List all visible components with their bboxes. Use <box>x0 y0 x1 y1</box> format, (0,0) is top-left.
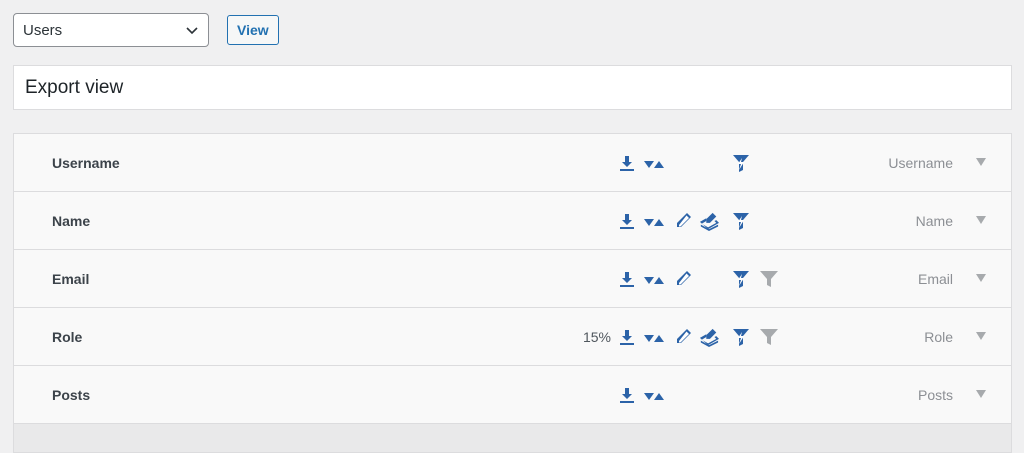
column-row[interactable]: Posts Posts <box>14 366 1011 424</box>
column-label[interactable]: Role <box>52 308 82 365</box>
columns-table: Username Username Name Name Email Email … <box>13 133 1012 453</box>
filter-icon[interactable] <box>759 269 779 289</box>
sort-icon[interactable] <box>644 211 664 231</box>
column-type-label: Username <box>888 154 953 171</box>
column-row[interactable]: Username Username <box>14 134 1011 192</box>
sort-icon[interactable] <box>644 385 664 405</box>
list-screen-select[interactable]: Users <box>13 13 209 47</box>
select-value: Users <box>23 21 63 39</box>
filter-smart-icon[interactable] <box>731 327 751 347</box>
download-icon[interactable] <box>617 153 637 173</box>
filter-icon[interactable] <box>759 327 779 347</box>
column-type-label: Email <box>917 270 953 287</box>
column-type-label: Name <box>915 212 953 229</box>
view-title-input[interactable]: Export view <box>13 65 1012 110</box>
view-button[interactable]: View <box>227 15 279 45</box>
column-label[interactable]: Username <box>52 134 120 191</box>
caret-down-icon[interactable] <box>976 390 986 398</box>
column-label[interactable]: Name <box>52 192 90 249</box>
caret-down-icon[interactable] <box>976 332 986 340</box>
column-type-label: Posts <box>917 386 953 403</box>
bulk-edit-icon[interactable] <box>699 327 719 347</box>
edit-icon[interactable] <box>674 327 694 347</box>
column-label[interactable]: Posts <box>52 366 90 423</box>
edit-icon[interactable] <box>674 211 694 231</box>
column-type-label: Role <box>924 328 953 345</box>
download-icon[interactable] <box>617 327 637 347</box>
download-icon[interactable] <box>617 385 637 405</box>
caret-down-icon[interactable] <box>976 216 986 224</box>
column-label[interactable]: Email <box>52 250 89 307</box>
top-controls: Users View <box>13 13 279 47</box>
download-icon[interactable] <box>617 211 637 231</box>
chevron-down-icon <box>186 27 198 35</box>
bulk-edit-icon[interactable] <box>699 211 719 231</box>
column-row[interactable]: Name Name <box>14 192 1011 250</box>
progress-percent: 15% <box>582 328 611 345</box>
column-row[interactable]: Email Email <box>14 250 1011 308</box>
sort-icon[interactable] <box>644 153 664 173</box>
caret-down-icon[interactable] <box>976 158 986 166</box>
sort-icon[interactable] <box>644 327 664 347</box>
filter-smart-icon[interactable] <box>731 211 751 231</box>
filter-smart-icon[interactable] <box>731 269 751 289</box>
caret-down-icon[interactable] <box>976 274 986 282</box>
column-row[interactable]: Role 15% Role <box>14 308 1011 366</box>
sort-icon[interactable] <box>644 269 664 289</box>
filter-smart-icon[interactable] <box>731 153 751 173</box>
edit-icon[interactable] <box>674 269 694 289</box>
download-icon[interactable] <box>617 269 637 289</box>
